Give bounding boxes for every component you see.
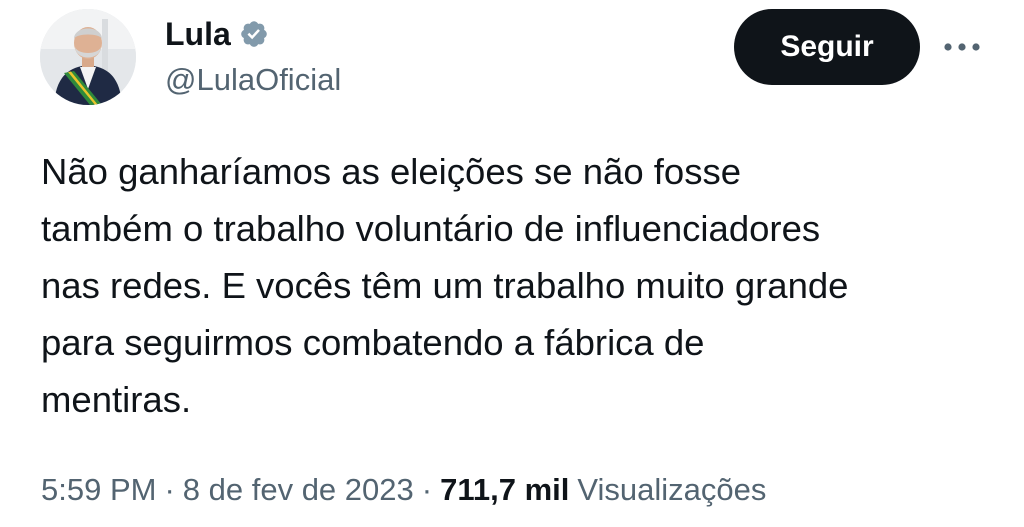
tweet-time[interactable]: 5:59 PM [41,468,156,512]
verified-badge-icon[interactable] [239,19,269,49]
profile-photo-icon [40,9,136,105]
tweet-card: Lula @LulaOficial Seguir Não ganharíamos… [0,0,1024,527]
author-handle[interactable]: @LulaOficial [165,60,341,100]
meta-separator: · [164,472,175,507]
meta-separator: · [421,472,433,507]
more-options-button[interactable] [940,32,984,62]
tweet-metadata: 5:59 PM · 8 de fev de 2023 · 711,7 mil V… [41,468,766,512]
author-display-name[interactable]: Lula [165,14,231,54]
views-label: Visualizações [577,472,767,507]
views-count: 711,7 mil [440,472,570,507]
tweet-text: Não ganharíamos as eleições se não fosse… [41,151,849,420]
more-horizontal-icon [944,43,980,51]
author-avatar[interactable] [40,9,136,105]
follow-button[interactable]: Seguir [734,9,920,85]
tweet-date[interactable]: 8 de fev de 2023 [183,468,414,512]
author-name-row: Lula [165,14,269,54]
